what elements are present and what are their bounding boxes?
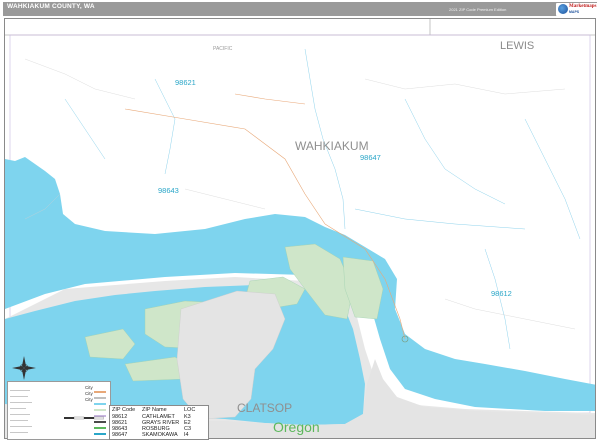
- legend-row: [10, 390, 30, 391]
- legend-row: [10, 426, 32, 427]
- lewis-county-label: LEWIS: [500, 40, 535, 52]
- clatsop-county-label: CLATSOP: [237, 401, 293, 415]
- legend-row: [10, 408, 26, 409]
- zip-table-header: ZIP Name: [142, 407, 167, 413]
- zip-table-cell: 98647: [112, 432, 128, 438]
- zip-label-98647: 98647: [360, 153, 381, 162]
- zip-code-table: ZIP Code ZIP Name LOC 98612 CATHLAMET K3…: [109, 405, 209, 440]
- zip-table-cell: I4: [184, 432, 189, 438]
- map-area[interactable]: PACIFIC LEWIS WAHKIAKUM 98621 98647 9864…: [4, 18, 596, 439]
- title-bar: WAHKIAKUM COUNTY, WA 2021 ZIP Code Premi…: [3, 2, 600, 16]
- scale-bar: [64, 416, 104, 420]
- logo-subtext: MAPS: [569, 10, 580, 14]
- map-canvas: [5, 19, 595, 438]
- zip-table-cell: SKAMOKAWA: [142, 432, 178, 438]
- zip-label-98612: 98612: [491, 289, 512, 298]
- compass-rose-icon: [12, 356, 36, 380]
- city-key-item: City: [85, 397, 93, 402]
- legend-row: [10, 432, 28, 433]
- zip-label-98643: 98643: [158, 186, 179, 195]
- legend-header: [10, 384, 11, 388]
- city-key-item: City: [85, 391, 93, 396]
- city-key-item: City: [85, 385, 93, 390]
- zip-label-98621: 98621: [175, 78, 196, 87]
- globe-icon: [558, 4, 568, 14]
- county-label: WAHKIAKUM: [295, 139, 369, 153]
- legend-row: [10, 420, 28, 421]
- legend-row: [10, 396, 28, 397]
- legend-row: [10, 402, 32, 403]
- publisher-logo: Marketmaps MAPS: [556, 3, 600, 16]
- legend-swatch: [94, 409, 106, 411]
- legend-row: [10, 414, 30, 415]
- legend-swatch: [94, 433, 106, 435]
- city-key: City City City: [85, 385, 109, 405]
- zip-table-header: LOC: [184, 407, 196, 413]
- zip-table-header: ZIP Code: [112, 407, 136, 413]
- map-title: WAHKIAKUM COUNTY, WA: [7, 3, 95, 10]
- legend-swatch: [94, 427, 106, 429]
- edition-label: 2021 ZIP Code Premium Edition: [449, 7, 507, 12]
- pacific-county-label: PACIFIC: [213, 46, 233, 52]
- oregon-state-label: Oregon: [273, 419, 320, 435]
- map-frame: WAHKIAKUM COUNTY, WA 2021 ZIP Code Premi…: [0, 0, 600, 442]
- logo-text: Marketmaps: [569, 4, 597, 9]
